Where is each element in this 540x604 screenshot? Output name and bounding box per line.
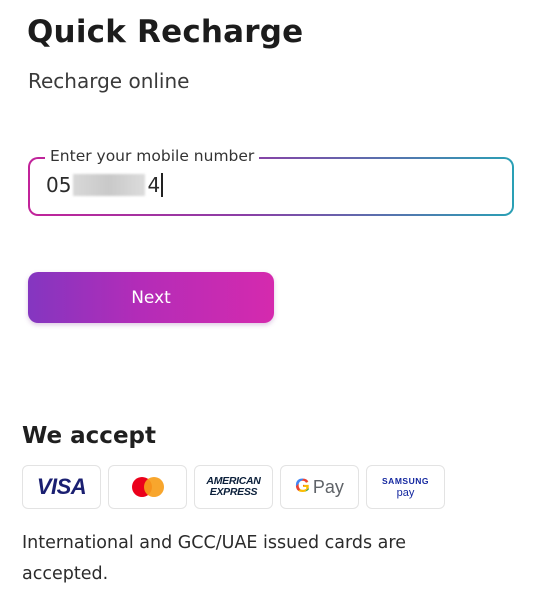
accepted-cards-note: International and GCC/UAE issued cards a…	[22, 533, 406, 584]
mastercard-logo-icon	[131, 477, 165, 497]
page-title: Quick Recharge	[27, 14, 304, 50]
text-caret	[161, 173, 163, 197]
amex-card: AMERICAN EXPRESS	[194, 465, 273, 509]
mobile-number-label: Enter your mobile number	[45, 146, 260, 166]
next-button[interactable]: Next	[28, 272, 274, 323]
we-accept-heading: We accept	[22, 423, 157, 449]
mobile-number-input[interactable]: 05 4	[30, 159, 512, 214]
google-pay-logo-icon: G Pay	[295, 476, 344, 497]
mobile-number-suffix: 4	[147, 173, 161, 197]
page-subtitle: Recharge online	[28, 69, 190, 93]
visa-card: VISA	[22, 465, 101, 509]
mobile-number-value: 05 4	[46, 171, 163, 199]
redacted-digits	[73, 174, 146, 196]
visa-logo-icon: VISA	[36, 474, 87, 499]
payment-methods-list: VISA AMERICAN EXPRESS G Pay SAMSUNG pay	[22, 465, 445, 509]
samsung-pay-logo-icon: SAMSUNG pay	[382, 475, 429, 499]
mobile-number-prefix: 05	[46, 173, 72, 197]
samsung-pay-card: SAMSUNG pay	[366, 465, 445, 509]
mastercard-card	[108, 465, 187, 509]
amex-logo-icon: AMERICAN EXPRESS	[206, 475, 261, 498]
google-pay-card: G Pay	[280, 465, 359, 509]
